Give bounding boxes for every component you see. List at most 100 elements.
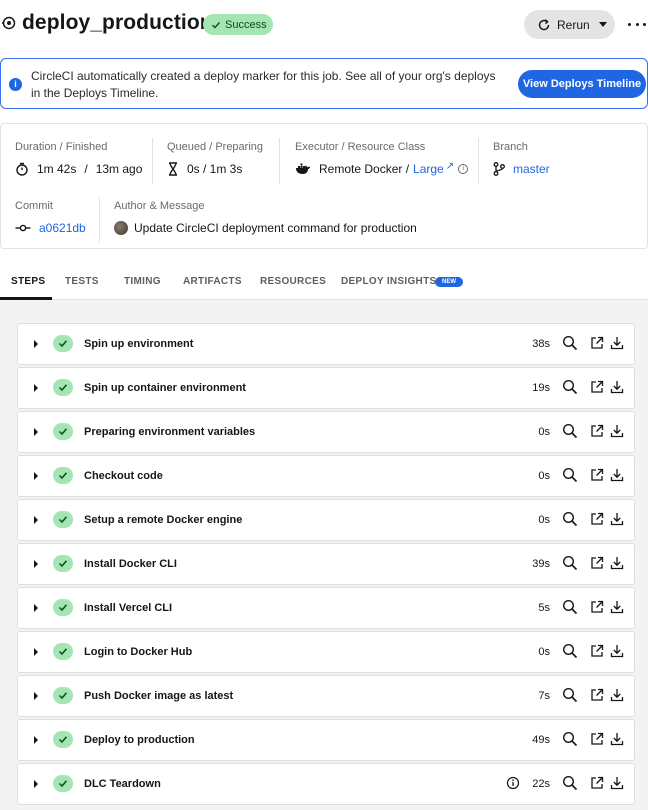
search-icon[interactable] xyxy=(562,731,578,747)
success-check-icon xyxy=(53,555,73,572)
download-icon[interactable] xyxy=(610,688,624,702)
queued-label: Queued / Preparing xyxy=(167,141,264,153)
expand-arrow-icon[interactable] xyxy=(34,604,38,612)
new-badge: NEW xyxy=(435,277,463,287)
rerun-icon xyxy=(538,18,550,30)
success-check-icon xyxy=(53,731,73,748)
expand-arrow-icon[interactable] xyxy=(34,692,38,700)
step-row[interactable]: Install Vercel CLI 5s xyxy=(17,587,635,629)
commit-message: Update CircleCI deployment command for p… xyxy=(134,221,417,235)
duration-value: 1m 42s xyxy=(37,162,77,176)
status-badge: Success xyxy=(203,14,273,35)
download-icon[interactable] xyxy=(610,468,624,482)
expand-arrow-icon[interactable] xyxy=(34,384,38,392)
step-name: DLC Teardown xyxy=(84,778,161,790)
branch-link[interactable]: master xyxy=(513,162,550,176)
open-external-icon[interactable] xyxy=(590,424,604,438)
download-icon[interactable] xyxy=(610,776,624,790)
search-icon[interactable] xyxy=(562,423,578,439)
search-icon[interactable] xyxy=(562,687,578,703)
open-external-icon[interactable] xyxy=(590,468,604,482)
tab-bar: STEPS TESTS TIMING ARTIFACTS RESOURCES D… xyxy=(0,268,648,300)
success-check-icon xyxy=(53,775,73,792)
download-icon[interactable] xyxy=(610,556,624,570)
rerun-button[interactable]: Rerun xyxy=(524,10,615,39)
step-row[interactable]: Spin up container environment 19s xyxy=(17,367,635,409)
search-icon[interactable] xyxy=(562,555,578,571)
commit-section: Commit a0621db xyxy=(15,200,86,235)
step-row[interactable]: Deploy to production 49s xyxy=(17,719,635,761)
success-check-icon xyxy=(53,335,73,352)
tab-deploy-insights[interactable]: DEPLOY INSIGHTS xyxy=(341,276,436,287)
download-icon[interactable] xyxy=(610,424,624,438)
queued-section: Queued / Preparing 0s / 1m 3s xyxy=(167,141,263,176)
expand-arrow-icon[interactable] xyxy=(34,472,38,480)
tab-resources[interactable]: RESOURCES xyxy=(260,276,326,287)
download-icon[interactable] xyxy=(610,380,624,394)
download-icon[interactable] xyxy=(610,512,624,526)
step-duration: 0s xyxy=(538,646,550,658)
step-row[interactable]: Push Docker image as latest 7s xyxy=(17,675,635,717)
step-name: Checkout code xyxy=(84,470,163,482)
open-external-icon[interactable] xyxy=(590,776,604,790)
step-row[interactable]: Setup a remote Docker engine 0s xyxy=(17,499,635,541)
step-row[interactable]: Preparing environment variables 0s xyxy=(17,411,635,453)
step-duration: 19s xyxy=(532,382,550,394)
avatar[interactable] xyxy=(114,221,128,235)
open-external-icon[interactable] xyxy=(590,688,604,702)
search-icon[interactable] xyxy=(562,467,578,483)
open-external-icon[interactable] xyxy=(590,600,604,614)
success-check-icon xyxy=(53,467,73,484)
step-row[interactable]: Spin up environment 38s xyxy=(17,323,635,365)
step-row[interactable]: DLC Teardown 22s xyxy=(17,763,635,805)
step-duration: 38s xyxy=(532,338,550,350)
tab-artifacts[interactable]: ARTIFACTS xyxy=(183,276,242,287)
search-icon[interactable] xyxy=(562,511,578,527)
open-external-icon[interactable] xyxy=(590,336,604,350)
step-row[interactable]: Checkout code 0s xyxy=(17,455,635,497)
open-external-icon[interactable] xyxy=(590,512,604,526)
open-external-icon[interactable] xyxy=(590,380,604,394)
steps-list: Spin up environment 38s Spin up containe… xyxy=(0,300,648,810)
step-row[interactable]: Login to Docker Hub 0s xyxy=(17,631,635,673)
tab-tests[interactable]: TESTS xyxy=(65,276,99,287)
step-name: Login to Docker Hub xyxy=(84,646,193,658)
tab-steps[interactable]: STEPS xyxy=(11,276,45,287)
info-icon[interactable]: i xyxy=(458,164,469,174)
tab-timing[interactable]: TIMING xyxy=(124,276,161,287)
commit-link[interactable]: a0621db xyxy=(39,221,86,235)
expand-arrow-icon[interactable] xyxy=(34,648,38,656)
search-icon[interactable] xyxy=(562,599,578,615)
info-icon[interactable] xyxy=(506,776,520,790)
view-deploys-timeline-button[interactable]: View Deploys Timeline xyxy=(518,70,646,98)
duration-label: Duration / Finished xyxy=(15,141,108,153)
step-name: Push Docker image as latest xyxy=(84,690,234,702)
more-options-icon[interactable] xyxy=(628,14,646,34)
download-icon[interactable] xyxy=(610,644,624,658)
expand-arrow-icon[interactable] xyxy=(34,560,38,568)
step-duration: 7s xyxy=(538,690,550,702)
expand-arrow-icon[interactable] xyxy=(34,428,38,436)
job-details-card: Duration / Finished 1m 42s / 13m ago Que… xyxy=(0,123,648,249)
step-name: Install Vercel CLI xyxy=(84,602,173,614)
step-row[interactable]: Install Docker CLI 39s xyxy=(17,543,635,585)
download-icon[interactable] xyxy=(610,336,624,350)
banner-message: CircleCI automatically created a deploy … xyxy=(31,69,496,100)
success-check-icon xyxy=(53,511,73,528)
step-duration: 0s xyxy=(538,514,550,526)
expand-arrow-icon[interactable] xyxy=(34,736,38,744)
expand-arrow-icon[interactable] xyxy=(34,780,38,788)
search-icon[interactable] xyxy=(562,335,578,351)
search-icon[interactable] xyxy=(562,775,578,791)
open-external-icon[interactable] xyxy=(590,732,604,746)
search-icon[interactable] xyxy=(562,379,578,395)
expand-arrow-icon[interactable] xyxy=(34,340,38,348)
expand-arrow-icon[interactable] xyxy=(34,516,38,524)
download-icon[interactable] xyxy=(610,732,624,746)
resource-class-link[interactable]: Large xyxy=(413,162,444,176)
open-external-icon[interactable] xyxy=(590,556,604,570)
search-icon[interactable] xyxy=(562,643,578,659)
open-external-icon[interactable] xyxy=(590,644,604,658)
download-icon[interactable] xyxy=(610,600,624,614)
rerun-label: Rerun xyxy=(557,17,590,32)
